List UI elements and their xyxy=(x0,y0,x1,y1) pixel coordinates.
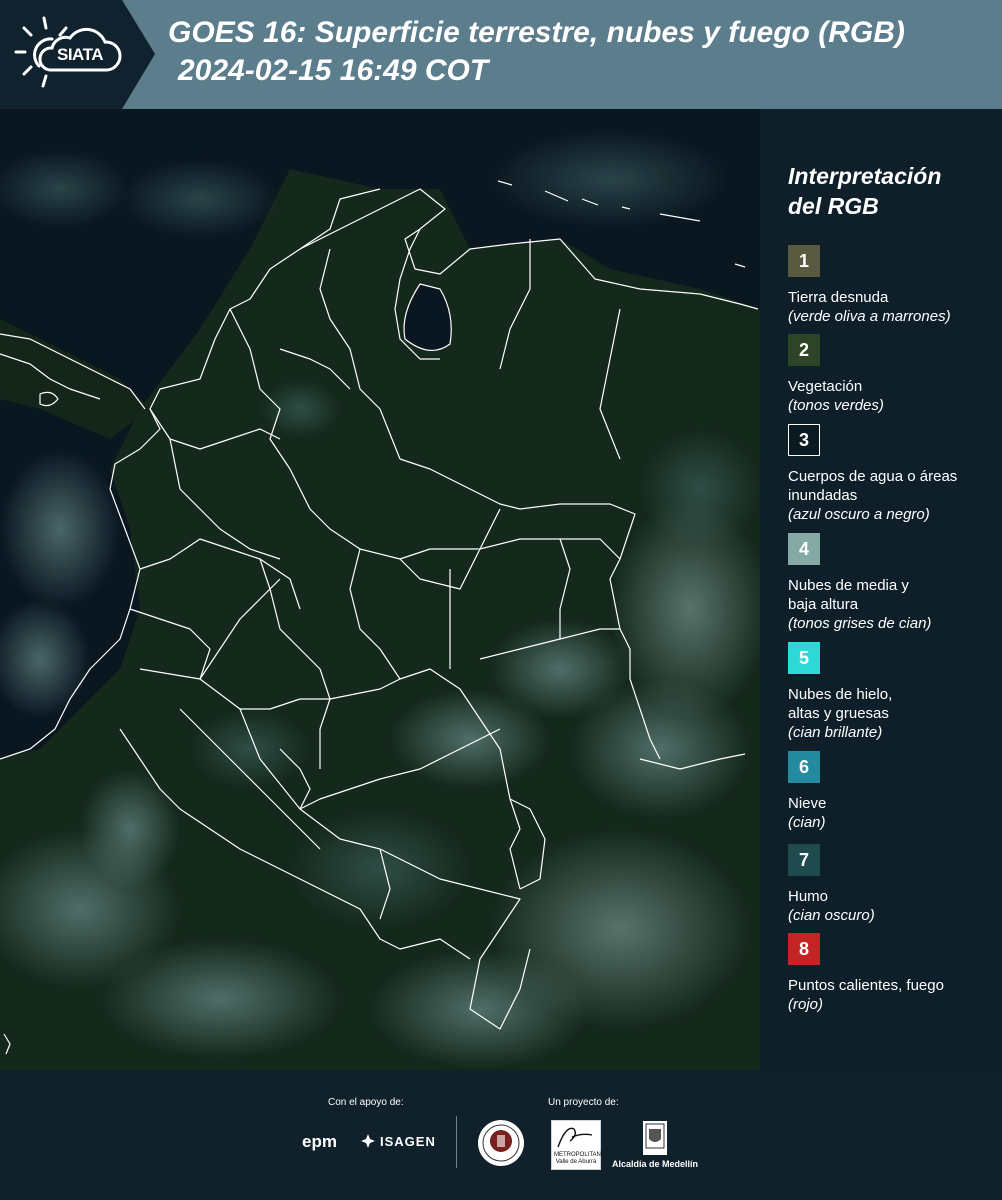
legend-swatch: 8 xyxy=(788,933,820,965)
legend-item-bare-soil: 1 Tierra desnuda (verde oliva a marrones… xyxy=(788,245,998,326)
legend-title-line2: del RGB xyxy=(788,193,879,219)
project-label: Un proyecto de: xyxy=(548,1097,619,1108)
rgb-legend: Interpretación del RGB 1 Tierra desnuda … xyxy=(760,109,1002,1070)
legend-item-low-clouds: 4 Nubes de media y baja altura (tonos gr… xyxy=(788,533,998,633)
area-signature-icon xyxy=(557,1127,593,1148)
legend-sublabel: (rojo) xyxy=(788,996,824,1013)
legend-label: Humo xyxy=(788,888,829,905)
rgb-satellite-image xyxy=(0,109,760,1070)
isagen-mark-icon xyxy=(361,1134,375,1148)
legend-item-water: 3 Cuerpos de agua o áreas inundadas (azu… xyxy=(788,424,998,524)
satellite-map[interactable] xyxy=(0,109,760,1070)
legend-sublabel: (verde oliva a marrones) xyxy=(788,308,951,325)
antioquia-seal-icon[interactable] xyxy=(477,1119,525,1167)
legend-swatch: 2 xyxy=(788,334,820,366)
header-bar: SIATA GOES 16: Superficie terrestre, nub… xyxy=(0,0,1002,109)
legend-item-fire: 8 Puntos calientes, fuego (rojo) xyxy=(788,933,998,1014)
legend-swatch: 3 xyxy=(788,424,820,456)
legend-sublabel: (cian oscuro) xyxy=(788,907,875,924)
legend-label: Nubes de hielo, altas y gruesas xyxy=(788,686,893,722)
legend-swatch: 6 xyxy=(788,751,820,783)
legend-item-smoke: 7 Humo (cian oscuro) xyxy=(788,844,998,925)
legend-sublabel: (azul oscuro a negro) xyxy=(788,506,930,523)
legend-label: Nubes de media y baja altura xyxy=(788,577,909,613)
legend-title: Interpretación del RGB xyxy=(788,161,941,221)
legend-swatch: 5 xyxy=(788,642,820,674)
legend-sublabel: (tonos grises de cian) xyxy=(788,615,932,632)
legend-item-ice-clouds: 5 Nubes de hielo, altas y gruesas (cian … xyxy=(788,642,998,742)
legend-label: Tierra desnuda xyxy=(788,289,889,306)
isagen-text: ISAGEN xyxy=(380,1133,436,1149)
area-metropolitana-logo[interactable]: METROPOLITANA Valle de Aburrá xyxy=(551,1120,605,1170)
legend-title-line1: Interpretación xyxy=(788,163,942,189)
isagen-logo[interactable]: ISAGEN xyxy=(360,1133,436,1149)
title-product: GOES 16: Superficie terrestre, nubes y f… xyxy=(168,16,905,49)
legend-label: Cuerpos de agua o áreas inundadas xyxy=(788,468,958,504)
footer-divider xyxy=(456,1116,457,1168)
legend-item-snow: 6 Nieve (cian) xyxy=(788,751,998,832)
alcaldia-text: Alcaldía de Medellín xyxy=(612,1159,699,1169)
legend-label: Puntos calientes, fuego xyxy=(788,977,944,994)
sponsor-footer: Con el apoyo de: Un proyecto de: epm ISA… xyxy=(0,1070,1002,1200)
siata-logo[interactable]: SIATA xyxy=(0,0,155,109)
legend-sublabel: (cian brillante) xyxy=(788,724,883,741)
legend-swatch: 1 xyxy=(788,245,820,277)
legend-label: Vegetación xyxy=(788,378,863,395)
logo-text: SIATA xyxy=(57,45,103,64)
page-title: GOES 16: Superficie terrestre, nubes y f… xyxy=(168,14,998,90)
legend-item-vegetation: 2 Vegetación (tonos verdes) xyxy=(788,334,998,415)
legend-label: Nieve xyxy=(788,795,827,812)
area-text: METROPOLITANA Valle de Aburrá xyxy=(554,1152,605,1165)
legend-sublabel: (tonos verdes) xyxy=(788,397,884,414)
legend-swatch: 7 xyxy=(788,844,820,876)
support-label: Con el apoyo de: xyxy=(328,1097,404,1108)
legend-swatch: 4 xyxy=(788,533,820,565)
epm-logo[interactable]: epm xyxy=(302,1132,337,1152)
medellin-crest-icon[interactable] xyxy=(641,1119,669,1157)
legend-sublabel: (cian) xyxy=(788,814,826,831)
title-timestamp: 2024-02-15 16:49 COT xyxy=(178,54,489,87)
